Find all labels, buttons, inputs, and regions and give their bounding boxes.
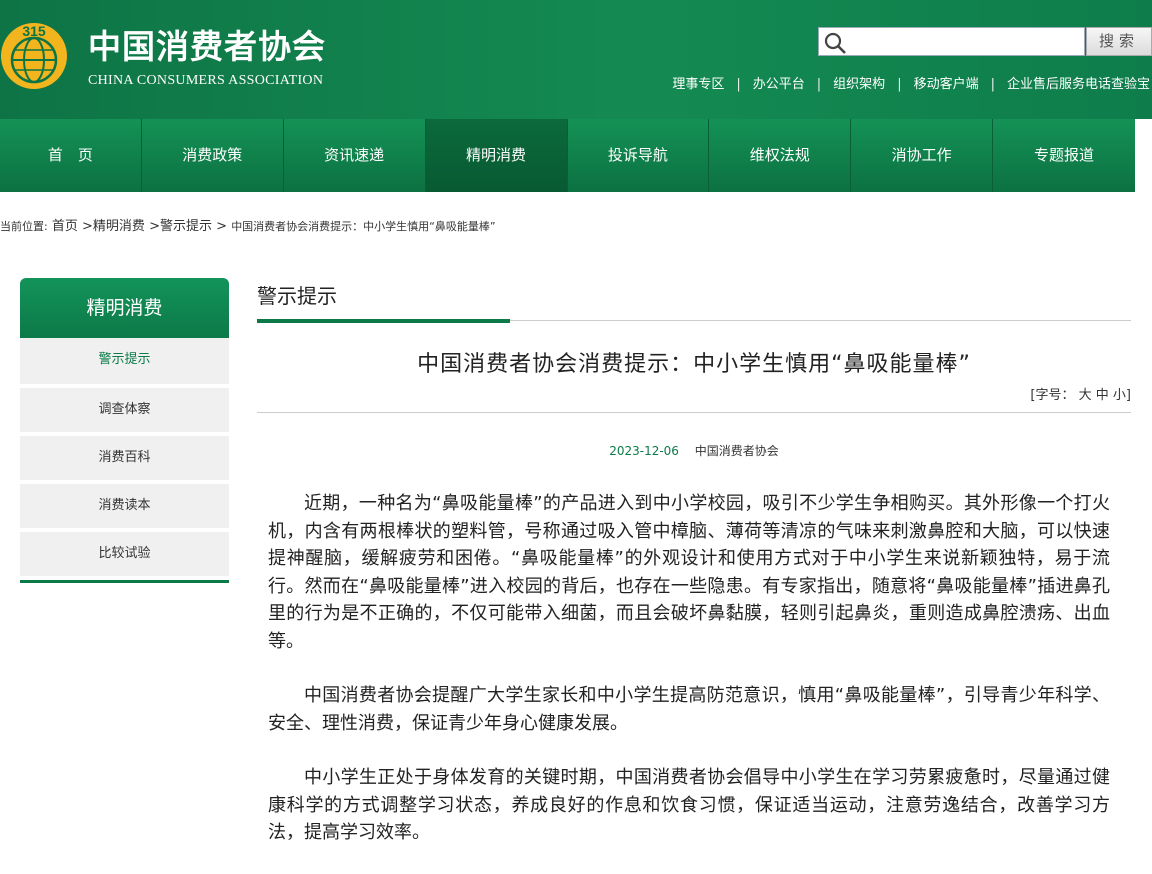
breadcrumb-prefix: 当前位置: (0, 220, 48, 233)
site-logo-subtitle: CHINA CONSUMERS ASSOCIATION (88, 73, 324, 88)
sidebar-item-comparison-test[interactable]: 比较试验 (20, 532, 229, 576)
top-link-organization[interactable]: 组织架构 (833, 77, 885, 92)
site-logo-title[interactable]: 中国消费者协会 (88, 28, 326, 66)
cca-315-logo-icon[interactable]: 315 (0, 14, 72, 94)
sidebar-item-warnings[interactable]: 警示提示 (20, 338, 229, 384)
site-header: 315 中国消费者协会 CHINA CONSUMERS ASSOCIATION … (0, 0, 1152, 119)
sidebar-bottom-bar (20, 580, 229, 583)
nav-item-smart-consumption[interactable]: 精明消费 (425, 119, 568, 192)
search-button[interactable]: 搜索 (1086, 27, 1152, 56)
top-link-mobile[interactable]: 移动客户端 (914, 77, 979, 92)
link-separator: | (990, 77, 995, 92)
font-size-close: ] (1125, 388, 1131, 403)
article-meta: 2023-12-06 中国消费者协会 (257, 442, 1131, 459)
sidebar-item-readers[interactable]: 消费读本 (20, 484, 229, 528)
breadcrumb-warnings[interactable]: 警示提示 (160, 219, 212, 234)
section-divider-accent (257, 319, 510, 323)
article-paragraph: 中小学生正处于身体发育的关键时期，中国消费者协会倡导中小学生在学习劳累疲惫时，尽… (268, 767, 1110, 843)
search-input[interactable] (818, 27, 1085, 56)
nav-item-policy[interactable]: 消费政策 (141, 119, 284, 192)
nav-item-complaint[interactable]: 投诉导航 (567, 119, 710, 192)
font-size-large[interactable]: 大 (1079, 388, 1092, 403)
sidebar: 精明消费 警示提示 调查体察 消费百科 消费读本 比较试验 (20, 278, 229, 583)
nav-item-news[interactable]: 资讯速递 (283, 119, 426, 192)
link-separator: | (897, 77, 902, 92)
link-separator: | (736, 77, 741, 92)
top-link-office[interactable]: 办公平台 (753, 77, 805, 92)
breadcrumb-arrow-icon: > (149, 219, 160, 234)
font-size-small[interactable]: 小 (1113, 388, 1126, 403)
breadcrumb-arrow-icon: > (82, 219, 93, 234)
section-title: 警示提示 (257, 284, 337, 308)
article-paragraph: 中国消费者协会提醒广大学生家长和中小学生提高防范意识，慎用“鼻吸能量棒”，引导青… (268, 685, 1110, 734)
breadcrumb-smart-consumption[interactable]: 精明消费 (93, 219, 145, 234)
breadcrumb: 当前位置: 首页 >精明消费 >警示提示 > 中国消费者协会消费提示：中小学生慎… (0, 215, 496, 234)
article-divider (257, 412, 1131, 413)
svg-text:315: 315 (22, 23, 46, 39)
top-link-council[interactable]: 理事专区 (672, 77, 724, 92)
nav-item-association-work[interactable]: 消协工作 (851, 119, 994, 192)
breadcrumb-arrow-icon: > (216, 219, 228, 234)
article-paragraph: 近期，一种名为“鼻吸能量棒”的产品进入到中小学校园，吸引不少学生争相购买。其外形… (268, 493, 1110, 652)
nav-item-home[interactable]: 首 页 (0, 119, 142, 192)
article-body: 近期，一种名为“鼻吸能量棒”的产品进入到中小学校园，吸引不少学生争相购买。其外形… (268, 490, 1110, 874)
article-date: 2023-12-06 (609, 444, 679, 458)
font-size-control: [字号： 大 中 小] (1030, 384, 1131, 403)
nav-item-special-report[interactable]: 专题报道 (993, 119, 1135, 192)
sidebar-title: 精明消费 (20, 278, 229, 338)
font-size-medium[interactable]: 中 (1096, 388, 1109, 403)
article-source: 中国消费者协会 (694, 444, 779, 458)
sidebar-item-encyclopedia[interactable]: 消费百科 (20, 436, 229, 480)
top-links: 理事专区 | 办公平台 | 组织架构 | 移动客户端 | 企业售后服务电话查验宝 (672, 73, 1150, 92)
article-title: 中国消费者协会消费提示：中小学生慎用“鼻吸能量棒” (417, 352, 971, 377)
font-size-label: [字号： (1030, 388, 1075, 403)
breadcrumb-home[interactable]: 首页 (52, 219, 78, 234)
main-nav: 首 页 消费政策 资讯速递 精明消费 投诉导航 维权法规 消协工作 专题报道 (0, 119, 1135, 192)
top-link-service-check[interactable]: 企业售后服务电话查验宝 (1007, 77, 1150, 92)
nav-item-law[interactable]: 维权法规 (709, 119, 852, 192)
link-separator: | (816, 77, 822, 92)
sidebar-item-survey[interactable]: 调查体察 (20, 388, 229, 432)
breadcrumb-current: 中国消费者协会消费提示：中小学生慎用“鼻吸能量棒” (231, 220, 496, 233)
search-icon (824, 32, 846, 54)
